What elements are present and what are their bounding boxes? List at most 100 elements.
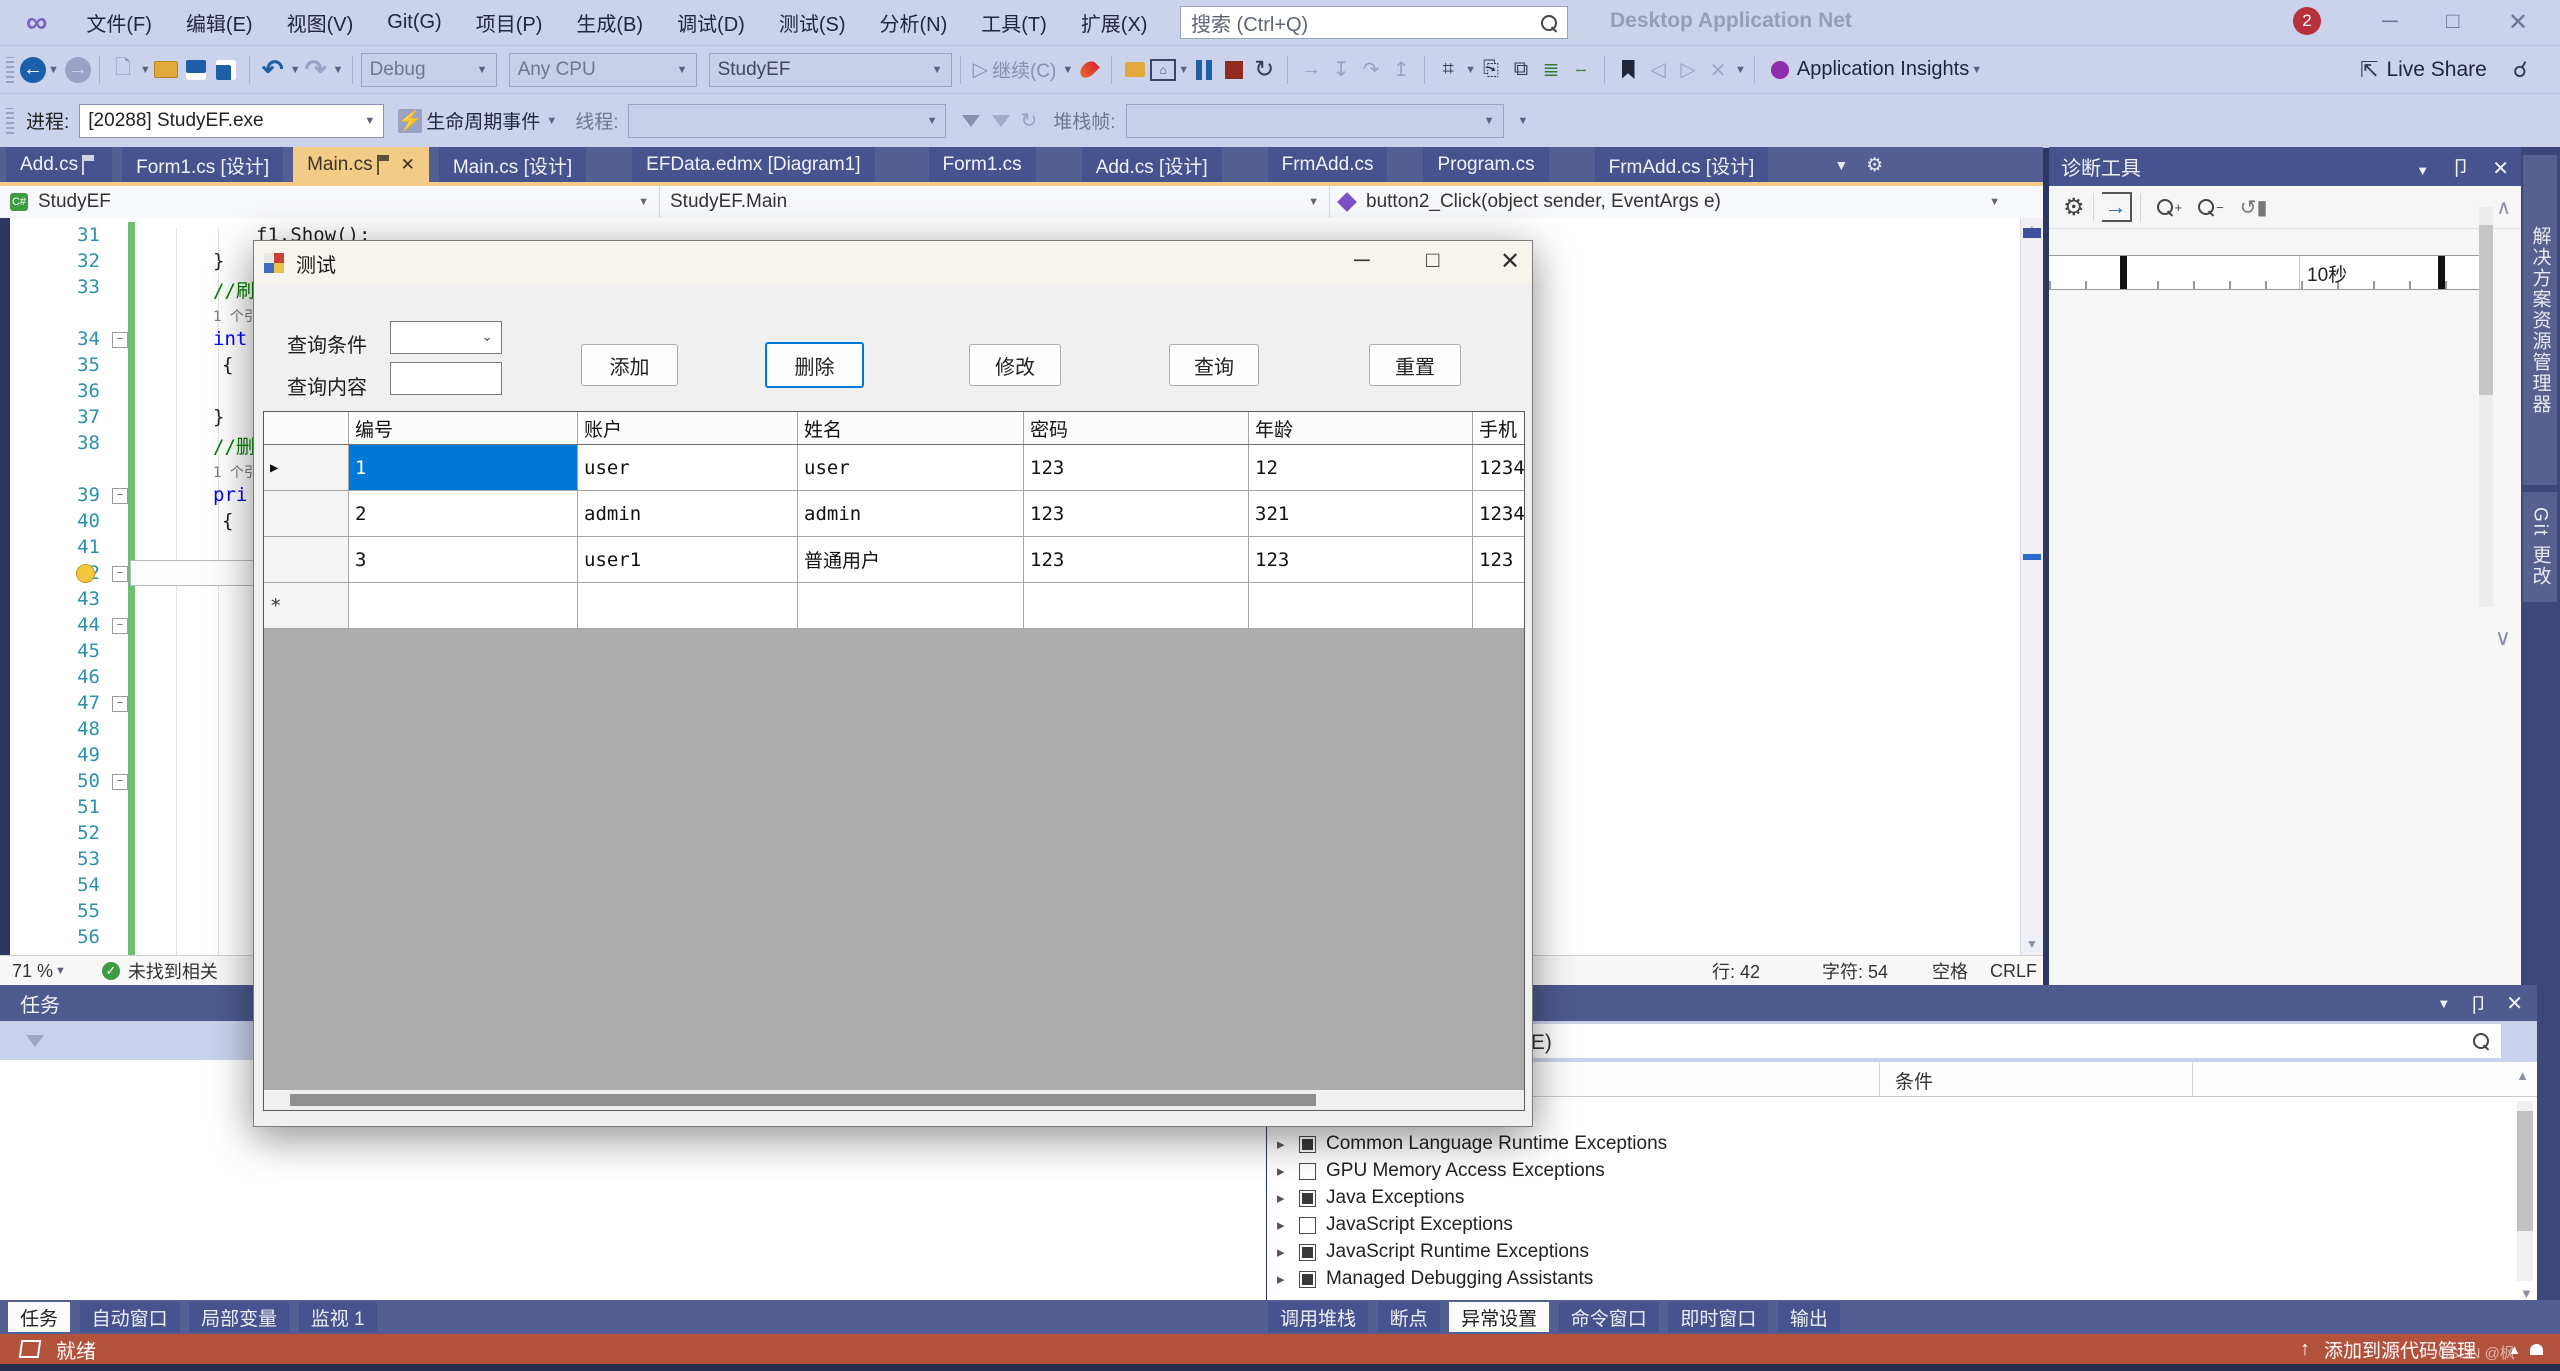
grid-cell[interactable]: 普通用户 — [798, 537, 1024, 582]
bookmarks-dropdown-icon[interactable]: ▼ — [1735, 64, 1746, 76]
tab-settings-gear-icon[interactable]: ⚙ — [1866, 154, 1883, 177]
delete-button[interactable]: 删除 — [765, 342, 864, 388]
grid-cell[interactable] — [798, 583, 1024, 628]
grid-cell[interactable]: 12 — [1249, 445, 1473, 490]
panel-dropdown-icon[interactable]: ▼ — [2416, 163, 2429, 178]
tab-breakpoints[interactable]: 断点 — [1377, 1302, 1440, 1332]
back-dropdown-icon[interactable]: ▼ — [48, 64, 59, 76]
undo-dropdown-icon[interactable]: ▼ — [290, 64, 301, 76]
exception-checkbox[interactable] — [1299, 1270, 1316, 1288]
tab-output[interactable]: 输出 — [1777, 1302, 1840, 1332]
column-header[interactable]: 密码 — [1024, 412, 1249, 444]
exception-checkbox[interactable] — [1299, 1135, 1316, 1153]
pin-icon[interactable] — [82, 155, 95, 175]
tab-add-design[interactable]: Add.cs [设计] — [1081, 147, 1222, 183]
zoom-caret-icon[interactable]: ▼ — [55, 965, 66, 977]
grid-row[interactable]: ▶ 1 user user 123 12 12345 — [264, 445, 1524, 491]
grid-cell[interactable]: 123 — [1249, 537, 1473, 582]
grid-cell[interactable] — [1249, 583, 1473, 628]
save-icon[interactable] — [181, 55, 211, 85]
grid-cell[interactable] — [1473, 583, 1524, 628]
timeline-ruler[interactable]: 10秒 — [2049, 255, 2489, 290]
query-button[interactable]: 查询 — [1169, 344, 1259, 386]
grid-cell[interactable]: 3 — [349, 537, 578, 582]
application-insights-button[interactable]: Application Insights — [1797, 58, 1969, 81]
fold-marker[interactable]: − — [112, 774, 128, 790]
row-header[interactable]: ▶ — [264, 445, 349, 490]
redo-dropdown-icon[interactable]: ▼ — [333, 64, 344, 76]
scc-caret-icon[interactable]: ▲ — [2508, 1342, 2521, 1357]
menu-git[interactable]: Git(G) — [370, 11, 458, 34]
tab-program-cs[interactable]: Program.cs — [1423, 147, 1549, 183]
exc-scroll-up-icon[interactable]: ▲ — [2516, 1068, 2529, 1083]
exception-checkbox[interactable] — [1299, 1216, 1316, 1234]
navigate-back-icon[interactable]: ← — [20, 56, 46, 83]
tab-main-cs[interactable]: Main.cs ✕ — [293, 147, 429, 183]
tab-form1-cs[interactable]: Form1.cs — [928, 147, 1036, 183]
tab-callstack[interactable]: 调用堆栈 — [1268, 1302, 1369, 1332]
dialog-maximize-button[interactable]: □ — [1426, 247, 1439, 273]
diag-scrollbar[interactable] — [2479, 207, 2493, 607]
editor-scrollbar[interactable]: ▲ ▼ — [2020, 218, 2043, 955]
process-dropdown[interactable]: [20288] StudyEF.exe ▼ — [79, 103, 385, 138]
grid-cell[interactable]: 12343 — [1473, 491, 1524, 536]
fold-marker[interactable]: − — [112, 618, 128, 634]
panel-dropdown-icon[interactable]: ▼ — [2437, 996, 2450, 1011]
menu-test[interactable]: 测试(S) — [762, 8, 863, 37]
zoom-out-icon[interactable] — [2198, 199, 2215, 215]
exception-row[interactable]: ▸ JavaScript Runtime Exceptions — [1277, 1241, 1589, 1263]
lightbulb-icon[interactable] — [76, 564, 95, 583]
panel-close-icon[interactable]: ✕ — [2492, 158, 2509, 180]
lifecycle-events-button[interactable]: 生命周期事件 — [426, 107, 540, 134]
condition-column-header[interactable]: 条件 — [1895, 1067, 1933, 1094]
feedback-person-icon[interactable]: ☌ — [2513, 57, 2528, 83]
grid-cell-selected[interactable]: 1 — [349, 445, 578, 490]
dialog-minimize-button[interactable]: ─ — [1354, 247, 1370, 273]
breadcrumb-member-dropdown[interactable]: button2_Click(object sender, EventArgs e… — [1330, 186, 2010, 218]
tab-list-dropdown-icon[interactable]: ▼ — [1834, 157, 1848, 173]
dialog-close-button[interactable]: ✕ — [1500, 247, 1520, 276]
tab-main-design[interactable]: Main.cs [设计] — [438, 147, 587, 183]
docs-icon[interactable]: ⧉ — [1506, 55, 1536, 85]
grid-cell[interactable] — [1024, 583, 1249, 628]
menu-view[interactable]: 视图(V) — [270, 8, 371, 37]
grid-cell[interactable]: 123 — [1024, 537, 1249, 582]
grid-cell[interactable]: 12345 — [1473, 445, 1524, 490]
insights-dropdown-icon[interactable]: ▼ — [1971, 64, 1982, 76]
breadcrumb-project-dropdown[interactable]: C# StudyEF ▼ — [0, 186, 660, 218]
pause-icon[interactable] — [1189, 55, 1219, 85]
update-button[interactable]: 修改 — [969, 344, 1061, 386]
restart-icon[interactable]: ↻ — [1249, 55, 1279, 85]
exception-checkbox[interactable] — [1299, 1243, 1316, 1261]
menu-extensions[interactable]: 扩展(X) — [1064, 8, 1165, 37]
redo-icon[interactable]: ↷ — [301, 54, 331, 85]
pin-icon[interactable] — [376, 155, 389, 175]
grid-cell[interactable]: 123 — [1473, 537, 1524, 582]
continue-button[interactable]: 继续(C) — [992, 56, 1056, 83]
disassembly-icon[interactable]: ⌗ — [1433, 55, 1463, 85]
menu-file[interactable]: 文件(F) — [69, 8, 169, 37]
menu-analyze[interactable]: 分析(N) — [863, 8, 965, 37]
row-header-corner[interactable] — [264, 412, 349, 444]
attach-process-icon[interactable]: ⎘ — [1476, 55, 1506, 85]
grid-cell[interactable]: 123 — [1024, 445, 1249, 490]
tab-frmadd-cs[interactable]: FrmAdd.cs — [1267, 147, 1388, 183]
new-file-icon[interactable]: 🗋 — [108, 55, 138, 85]
reset-button[interactable]: 重置 — [1369, 344, 1461, 386]
grid-cell[interactable] — [349, 583, 578, 628]
grid-cell[interactable] — [578, 583, 798, 628]
tab-autos[interactable]: 自动窗口 — [79, 1302, 180, 1332]
close-tab-icon[interactable]: ✕ — [401, 155, 415, 175]
column-header[interactable]: 编号 — [349, 412, 578, 444]
exception-row[interactable]: ▸ GPU Memory Access Exceptions — [1277, 1160, 1605, 1182]
panel-pin-icon[interactable]: 卩 — [2468, 989, 2488, 1018]
spaces-mode[interactable]: 空格 — [1932, 958, 1968, 984]
solution-config-dropdown[interactable]: Debug ▼ — [360, 52, 497, 87]
column-header[interactable]: 姓名 — [798, 412, 1024, 444]
exception-row[interactable]: ▸ Java Exceptions — [1277, 1187, 1464, 1209]
query-content-input[interactable] — [390, 362, 502, 395]
menu-tools[interactable]: 工具(T) — [964, 8, 1064, 37]
tab-exception-settings[interactable]: 异常设置 — [1449, 1302, 1550, 1332]
navigate-forward-icon[interactable]: → — [64, 56, 91, 83]
tab-locals[interactable]: 局部变量 — [189, 1302, 290, 1332]
